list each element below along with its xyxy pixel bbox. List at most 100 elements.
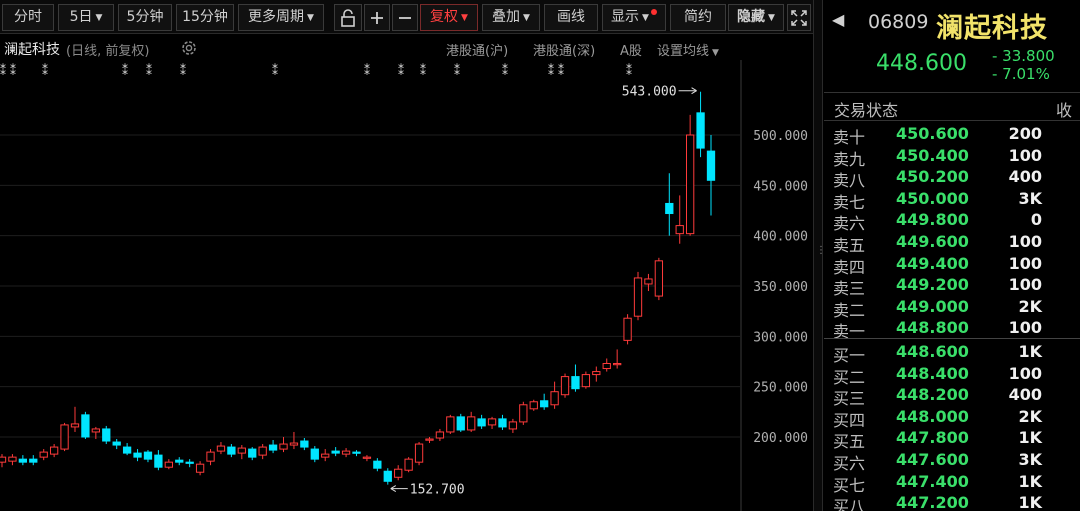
- button-label: 画线: [557, 9, 585, 25]
- orderbook-price: 448.000: [896, 406, 969, 426]
- candle-body-down: [540, 400, 549, 408]
- orderbook-row[interactable]: 卖六 449.800 0: [824, 209, 1080, 233]
- orderbook-price: 448.200: [896, 385, 969, 405]
- orderbook-volume: 100: [1008, 275, 1042, 295]
- simple-mode-button[interactable]: 简约: [670, 4, 726, 31]
- candle-body-up: [195, 463, 205, 473]
- stock-name: 澜起科技: [936, 13, 1048, 44]
- orderbook-volume: 1K: [1018, 342, 1042, 361]
- orderbook-volume: 100: [1008, 363, 1042, 383]
- orderbook-volume: 100: [1008, 145, 1042, 165]
- orderbook-row[interactable]: 卖四 449.400 100: [824, 253, 1080, 277]
- tab-label: 更多周期: [248, 9, 305, 25]
- unlock-icon: [341, 8, 355, 27]
- candle-body-up: [394, 468, 403, 478]
- tab-15min[interactable]: 15分钟: [176, 4, 234, 31]
- orderbook-price: 449.200: [896, 275, 969, 295]
- candle-body-up: [675, 225, 684, 235]
- y-tick-label: 350.000: [753, 280, 808, 295]
- tab-5min[interactable]: 5分钟: [118, 4, 172, 31]
- fullscreen-button[interactable]: [787, 4, 811, 31]
- candle-body-up: [39, 451, 48, 458]
- candle-body-up: [258, 446, 267, 456]
- chart-canvas[interactable]: 500.000 450.000 400.000 350.000 300.000 250.0…: [0, 60, 812, 511]
- orderbook-price: 450.000: [896, 188, 969, 208]
- candle-body-up: [70, 423, 80, 428]
- caret-down-icon: ▼: [768, 13, 775, 23]
- orderbook-volume: 100: [1008, 232, 1042, 251]
- expand-icon: [791, 9, 807, 26]
- candle-body-up: [613, 363, 622, 366]
- zoom-out-button[interactable]: [392, 4, 418, 31]
- orderbook-row[interactable]: 卖九 450.400 100: [824, 145, 1080, 169]
- orderbook-volume: 1K: [1018, 428, 1042, 448]
- candle-body-up: [529, 401, 538, 410]
- tab-intraday[interactable]: 分时: [2, 4, 54, 31]
- dropdown-label: 隐藏: [737, 9, 766, 25]
- adjust-rights-dropdown[interactable]: 复权 ▼: [420, 4, 478, 31]
- candle-body-down: [248, 448, 257, 458]
- overlay-dropdown[interactable]: 叠加 ▼: [482, 4, 540, 31]
- candle-body-up: [602, 363, 611, 370]
- candle-body-up: [414, 443, 424, 463]
- orderbook-row[interactable]: 卖二 449.000 2K: [824, 296, 1080, 320]
- candle-body-up: [508, 421, 518, 430]
- orderbook-row[interactable]: 买八 447.200 1K: [824, 492, 1080, 511]
- orderbook-row[interactable]: 卖十 450.600 200: [824, 123, 1080, 147]
- link-hk-connect-sh[interactable]: 港股通(沪): [446, 40, 508, 59]
- orderbook-level-label: 买八: [833, 497, 866, 511]
- orderbook-row[interactable]: 卖七 450.000 3K: [824, 188, 1080, 212]
- orderbook-row[interactable]: 卖八 450.200 400: [824, 166, 1080, 190]
- back-arrow-icon[interactable]: ◀: [832, 10, 844, 29]
- tab-more-periods[interactable]: 更多周期 ▼: [238, 4, 324, 31]
- zoom-in-button[interactable]: [364, 4, 390, 31]
- orderbook-volume: 3K: [1018, 188, 1042, 208]
- orderbook-row[interactable]: 买二 448.400 100: [824, 363, 1080, 387]
- low-price-label: 152.700: [410, 483, 465, 498]
- link-hk-connect-sz[interactable]: 港股通(深): [533, 40, 595, 59]
- orderbook-row[interactable]: 卖三 449.200 100: [824, 274, 1080, 298]
- chart-header: 澜起科技 (日线, 前复权) 港股通(沪) 港股通(深) A股 设置均线 ▼: [0, 36, 740, 60]
- y-tick-label: 200.000: [753, 431, 808, 446]
- notification-dot-icon: [650, 9, 657, 15]
- orderbook-volume: 400: [1008, 385, 1042, 405]
- divider: [824, 92, 1080, 93]
- ma-settings-dropdown[interactable]: 设置均线 ▼: [657, 40, 719, 59]
- orderbook-volume: 1K: [1018, 493, 1042, 511]
- candle-body-down: [477, 418, 486, 427]
- orderbook-volume: 3K: [1018, 450, 1042, 469]
- caret-down-icon: ▼: [642, 13, 649, 23]
- tab-label: 15分钟: [182, 9, 228, 25]
- orderbook-row[interactable]: 买四 448.000 2K: [824, 406, 1080, 430]
- orderbook-price: 449.800: [896, 210, 969, 230]
- orderbook-volume: 100: [1008, 253, 1042, 273]
- candle-body-down: [498, 418, 507, 428]
- candle-body-up: [654, 260, 664, 297]
- orderbook-row[interactable]: 卖五 449.600 100: [824, 231, 1080, 255]
- divider: [824, 120, 1080, 121]
- orderbook-row[interactable]: 买七 447.400 1K: [824, 471, 1080, 495]
- orderbook-price: 447.600: [896, 450, 969, 469]
- orderbook-row[interactable]: 买六 447.600 3K: [824, 449, 1080, 473]
- display-dropdown[interactable]: 显示 ▼: [602, 4, 666, 31]
- orderbook-row[interactable]: 买五 447.800 1K: [824, 427, 1080, 451]
- caret-down-icon: ▼: [307, 13, 314, 23]
- orderbook-row[interactable]: 买三 448.200 400: [824, 384, 1080, 408]
- tab-5day[interactable]: 5日 ▼: [58, 4, 114, 31]
- link-a-share[interactable]: A股: [620, 40, 642, 59]
- dropdown-label: 复权: [430, 9, 459, 25]
- gear-icon[interactable]: [180, 39, 198, 57]
- draw-line-button[interactable]: 画线: [544, 4, 598, 31]
- orderbook-row[interactable]: 卖一 448.800 100: [824, 317, 1080, 341]
- candle-body-up: [321, 453, 330, 458]
- candlestick-chart[interactable]: 500.000 450.000 400.000 350.000 300.000 250.0…: [0, 60, 812, 511]
- orderbook-price: 449.000: [896, 296, 969, 316]
- hide-dropdown[interactable]: 隐藏 ▼: [728, 4, 784, 31]
- plus-icon: [371, 11, 383, 24]
- candle-body-up: [592, 371, 601, 376]
- candle-body-down: [300, 440, 309, 448]
- orderbook-volume: 200: [1008, 124, 1042, 143]
- orderbook-row[interactable]: 买一 448.600 1K: [824, 341, 1080, 365]
- candle-body-up: [487, 418, 497, 426]
- unlock-button[interactable]: [334, 4, 362, 31]
